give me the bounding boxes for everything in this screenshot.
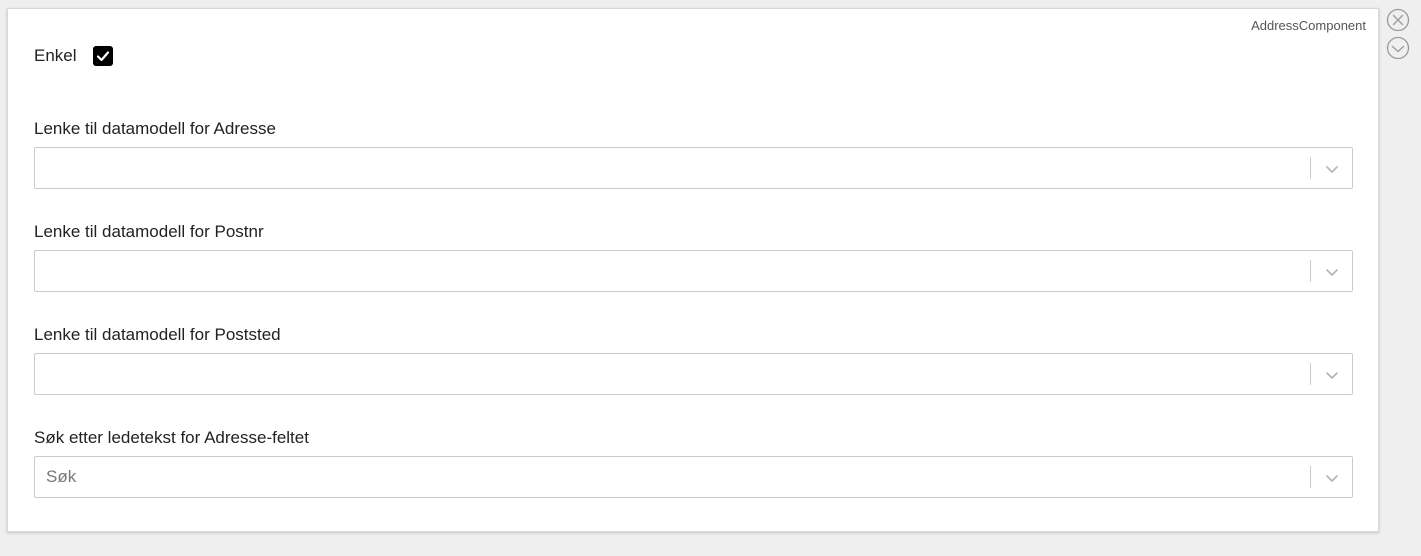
- select-poststed-datamodel[interactable]: [34, 353, 1353, 395]
- field-label-poststed: Lenke til datamodell for Poststed: [34, 325, 281, 344]
- select-separator: [1310, 363, 1311, 385]
- select-postnr-datamodel[interactable]: [34, 250, 1353, 292]
- simple-checkbox[interactable]: [92, 46, 113, 66]
- component-type-label: AddressComponent: [1251, 18, 1366, 33]
- simple-option-row: Enkel: [34, 46, 113, 66]
- select-separator: [1310, 466, 1311, 488]
- chevron-down-icon[interactable]: [1324, 470, 1340, 486]
- chevron-down-icon[interactable]: [1324, 161, 1340, 177]
- checkmark-icon: [96, 51, 109, 62]
- field-label-address: Lenke til datamodell for Adresse: [34, 119, 276, 138]
- field-poststed: Lenke til datamodell for Poststed: [34, 325, 1353, 395]
- simple-label: Enkel: [34, 46, 77, 65]
- field-address-text: Søk etter ledetekst for Adresse-feltet S…: [34, 428, 1353, 498]
- select-separator: [1310, 157, 1311, 179]
- check-circle-icon[interactable]: [1386, 36, 1410, 60]
- field-label-postnr: Lenke til datamodell for Postnr: [34, 222, 264, 241]
- select-address-datamodel[interactable]: [34, 147, 1353, 189]
- select-separator: [1310, 260, 1311, 282]
- field-address: Lenke til datamodell for Adresse: [34, 119, 1353, 189]
- chevron-down-icon[interactable]: [1324, 264, 1340, 280]
- select-value-address-text: Søk: [46, 467, 77, 486]
- address-component-editor: AddressComponent Enkel Lenke til datamod…: [7, 8, 1379, 532]
- close-circle-icon[interactable]: [1386, 8, 1410, 32]
- field-postnr: Lenke til datamodell for Postnr: [34, 222, 1353, 292]
- select-address-text-search[interactable]: Søk: [34, 456, 1353, 498]
- field-label-address-text: Søk etter ledetekst for Adresse-feltet: [34, 428, 309, 447]
- chevron-down-icon[interactable]: [1324, 367, 1340, 383]
